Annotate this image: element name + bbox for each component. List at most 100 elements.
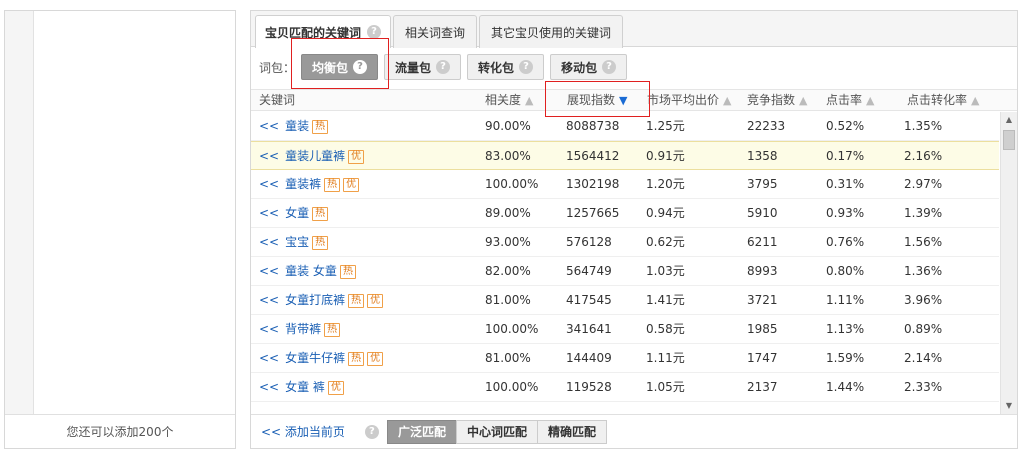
cell-relevance: 81.00%	[485, 293, 531, 307]
keyword-text[interactable]: 宝宝	[285, 235, 309, 249]
keyword-text[interactable]: 童装裤	[285, 177, 321, 191]
cell-impressions: 144409	[566, 351, 612, 365]
cell-keyword[interactable]: << 女童牛仔裤热优	[259, 344, 384, 373]
scroll-up-icon[interactable]: ▲	[1001, 112, 1017, 128]
table-scrollbar[interactable]: ▲ ▼	[1000, 112, 1017, 414]
column-header-competition[interactable]: 竞争指数 ▲	[747, 90, 807, 112]
help-icon[interactable]: ?	[519, 60, 534, 74]
table-row[interactable]: << 童装 女童热 82.00% 564749 1.03元 8993 0.80% 1.36%	[251, 257, 999, 286]
table-row[interactable]: << 宝宝热 93.00% 576128 0.62元 6211 0.76% 1.56%	[251, 228, 999, 257]
cell-relevance: 83.00%	[485, 149, 531, 163]
cell-cvr: 1.36%	[904, 264, 943, 278]
column-label: 点击率	[826, 93, 863, 107]
keyword-text[interactable]: 童装	[285, 119, 309, 133]
package-mobile-button[interactable]: 移动包 ?	[550, 54, 628, 80]
match-phrase-button[interactable]: 中心词匹配	[455, 419, 538, 444]
table-row[interactable]: << 女童牛仔裤热优 81.00% 144409 1.11元 1747 1.59% 2.14%	[251, 344, 999, 373]
add-keyword-link[interactable]: <<	[259, 149, 279, 163]
table-header: 关键词 相关度 ▲ 展现指数 ▼ 市场平均出价 ▲ 竞争指数 ▲ 点击率 ▲ 点击转化率 ▲	[251, 89, 1017, 111]
add-keyword-link[interactable]: <<	[259, 293, 279, 307]
selected-keywords-list[interactable]	[33, 11, 235, 415]
help-icon[interactable]: ?	[602, 60, 617, 74]
column-header-avg-bid[interactable]: 市场平均出价 ▲	[647, 90, 731, 112]
sort-up-icon[interactable]: ▲	[866, 91, 874, 111]
add-keyword-link[interactable]: <<	[259, 119, 279, 133]
cell-competition: 8993	[747, 264, 778, 278]
cell-ctr: 0.93%	[826, 206, 865, 220]
column-label: 展现指数	[567, 93, 616, 107]
help-icon[interactable]: ?	[436, 60, 451, 74]
keyword-text[interactable]: 童装 女童	[285, 264, 337, 278]
sort-up-icon[interactable]: ▲	[971, 91, 979, 111]
keyword-text[interactable]: 女童 裤	[285, 380, 325, 394]
column-header-relevance[interactable]: 相关度 ▲	[485, 90, 533, 112]
column-header-ctr[interactable]: 点击率 ▲	[826, 90, 874, 112]
cell-keyword[interactable]: << 童装 女童热	[259, 257, 356, 286]
cell-avg-bid: 1.03元	[646, 264, 685, 278]
cell-keyword[interactable]: << 童装裤热优	[259, 170, 360, 199]
column-header-cvr[interactable]: 点击转化率 ▲	[907, 90, 979, 112]
table-row[interactable]: << 女童 裤优 100.00% 119528 1.05元 2137 1.44% 2.33%	[251, 373, 999, 402]
column-header-impressions[interactable]: 展现指数 ▼	[567, 90, 627, 112]
sort-up-icon[interactable]: ▲	[799, 91, 807, 111]
table-row[interactable]: << 女童打底裤热优 81.00% 417545 1.41元 3721 1.11% 3.96%	[251, 286, 999, 315]
help-icon[interactable]: ?	[353, 60, 368, 74]
cell-avg-bid: 1.11元	[646, 351, 685, 365]
package-traffic-button[interactable]: 流量包 ?	[384, 54, 462, 80]
keyword-text[interactable]: 女童	[285, 206, 309, 220]
add-keyword-link[interactable]: <<	[259, 322, 279, 336]
quality-badge: 优	[367, 352, 384, 366]
help-icon[interactable]: ?	[364, 424, 379, 439]
selected-keywords-panel: 您还可以添加200个	[4, 10, 236, 449]
table-row[interactable]: << 女童热 89.00% 1257665 0.94元 5910 0.93% 1.39%	[251, 199, 999, 228]
match-broad-button[interactable]: 广泛匹配	[386, 419, 457, 444]
package-conversion-button[interactable]: 转化包 ?	[467, 54, 545, 80]
cell-cvr: 1.35%	[904, 119, 943, 133]
add-keyword-link[interactable]: <<	[259, 264, 279, 278]
tab-related-query[interactable]: 相关词查询	[393, 15, 477, 48]
add-current-page-link[interactable]: << 添加当前页	[261, 423, 345, 440]
remaining-count-text: 您还可以添加200个	[5, 414, 235, 448]
cell-ctr: 0.80%	[826, 264, 865, 278]
add-keyword-link[interactable]: <<	[259, 206, 279, 220]
add-keyword-link[interactable]: <<	[259, 177, 279, 191]
cell-cvr: 2.33%	[904, 380, 943, 394]
match-exact-button[interactable]: 精确匹配	[536, 419, 607, 444]
scroll-thumb[interactable]	[1003, 130, 1015, 150]
cell-relevance: 100.00%	[485, 380, 539, 394]
cell-keyword[interactable]: << 女童 裤优	[259, 373, 344, 402]
cell-keyword[interactable]: << 童装儿童裤优	[259, 142, 365, 171]
cell-competition: 1358	[747, 149, 778, 163]
sort-up-icon[interactable]: ▲	[525, 91, 533, 111]
cell-keyword[interactable]: << 童装热	[259, 112, 329, 141]
package-balanced-button[interactable]: 均衡包 ?	[301, 54, 379, 80]
cell-avg-bid: 1.25元	[646, 119, 685, 133]
cell-impressions: 1302198	[566, 177, 620, 191]
table-row[interactable]: << 童装裤热优 100.00% 1302198 1.20元 3795 0.31% 2.97%	[251, 170, 999, 199]
add-keyword-link[interactable]: <<	[259, 380, 279, 394]
tab-other-items-keywords[interactable]: 其它宝贝使用的关键词	[479, 15, 623, 48]
add-keyword-link[interactable]: <<	[259, 235, 279, 249]
scroll-down-icon[interactable]: ▼	[1001, 398, 1017, 414]
keyword-text[interactable]: 童装儿童裤	[285, 149, 345, 163]
tab-label: 其它宝贝使用的关键词	[490, 25, 611, 40]
sort-up-icon[interactable]: ▲	[723, 91, 731, 111]
sort-down-icon[interactable]: ▼	[619, 91, 627, 111]
add-keyword-link[interactable]: <<	[259, 351, 279, 365]
cell-ctr: 0.76%	[826, 235, 865, 249]
keyword-text[interactable]: 女童牛仔裤	[285, 351, 345, 365]
keyword-text[interactable]: 女童打底裤	[285, 293, 345, 307]
table-row[interactable]: << 背带裤热 100.00% 341641 0.58元 1985 1.13% 0.89%	[251, 315, 999, 344]
help-icon[interactable]: ?	[367, 25, 381, 39]
cell-competition: 1985	[747, 322, 778, 336]
keyword-text[interactable]: 背带裤	[285, 322, 321, 336]
cell-relevance: 90.00%	[485, 119, 531, 133]
tab-item-matched-keywords[interactable]: 宝贝匹配的关键词 ?	[255, 15, 391, 48]
table-row[interactable]: << 童装热 90.00% 8088738 1.25元 22233 0.52% 1.35%	[251, 112, 999, 141]
cell-keyword[interactable]: << 女童热	[259, 199, 329, 228]
cell-keyword[interactable]: << 背带裤热	[259, 315, 341, 344]
table-row[interactable]: << 童装儿童裤优 83.00% 1564412 0.91元 1358 0.17% 2.16%	[251, 141, 999, 170]
cell-keyword[interactable]: << 女童打底裤热优	[259, 286, 384, 315]
tab-label: 宝贝匹配的关键词	[264, 25, 361, 40]
cell-keyword[interactable]: << 宝宝热	[259, 228, 329, 257]
